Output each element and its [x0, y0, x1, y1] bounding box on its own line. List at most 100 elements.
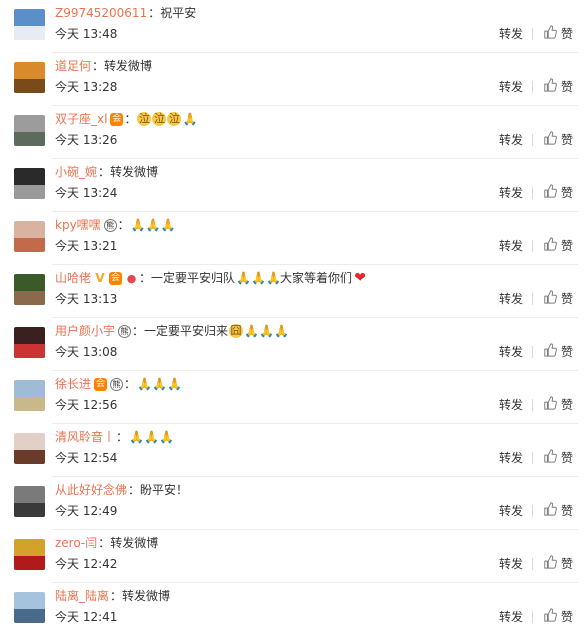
like-button[interactable]: 赞	[543, 130, 574, 147]
like-button[interactable]: 赞	[543, 236, 573, 255]
action-divider	[532, 187, 533, 199]
colon: ：	[117, 218, 130, 232]
avatar[interactable]	[14, 115, 45, 146]
verified-v-badge[interactable]: V	[94, 271, 106, 285]
comment-line: 清风聆音丨： 🙏 🙏 🙏	[55, 428, 174, 446]
comment-text: 转发微博	[104, 59, 153, 73]
comment-timestamp: 今天 12:56	[55, 398, 118, 412]
forward-button[interactable]: 转发	[499, 26, 523, 42]
colon: ：	[92, 59, 105, 73]
thumbs-up-icon	[543, 289, 557, 308]
comment-timestamp: 今天 13:48	[55, 27, 118, 41]
thumbs-up-icon	[543, 77, 557, 96]
avatar[interactable]	[14, 221, 45, 252]
action-divider	[532, 134, 533, 146]
username-link[interactable]: 双子座_xl	[55, 110, 107, 128]
username-link[interactable]: 从此好好念佛	[55, 481, 127, 499]
avatar[interactable]	[14, 380, 45, 411]
colon: ：	[116, 430, 129, 444]
avatar[interactable]	[14, 486, 45, 517]
panda-badge[interactable]: 熊	[110, 377, 124, 391]
colon: ：	[132, 324, 145, 338]
panda-badge[interactable]: 熊	[118, 324, 132, 338]
avatar[interactable]	[14, 592, 45, 623]
forward-button[interactable]: 转发	[499, 556, 523, 572]
comment-text: 一定要平安归来	[144, 324, 229, 338]
username-link[interactable]: 徐长进	[55, 375, 91, 393]
action-divider	[532, 558, 533, 570]
comment-row: 道足何：转发微博今天 13:28 转发 赞	[0, 53, 588, 106]
balloon-badge[interactable]: ●	[125, 272, 138, 285]
username-link[interactable]: kpy嘿嘿	[55, 216, 101, 234]
avatar[interactable]	[14, 168, 45, 199]
pray-emoji-icon: 🙏	[130, 218, 146, 232]
thumbs-up-icon	[543, 395, 557, 414]
comment-line: Z99745200611：祝平安	[55, 4, 196, 22]
pray-emoji-icon: 🙏	[137, 377, 152, 391]
forward-button[interactable]: 转发	[499, 503, 523, 519]
comment-row: 从此好好念佛：盼平安！ 今天 12:49 转发 赞	[0, 477, 588, 530]
comment-line: 陆离_陆离：转发微博	[55, 587, 170, 605]
like-label: 赞	[561, 503, 574, 518]
forward-button[interactable]: 转发	[499, 609, 523, 625]
comment-row: 陆离_陆离：转发微博 今天 12:41 转发 赞	[0, 583, 588, 628]
colon: ：	[148, 6, 161, 20]
action-divider	[532, 240, 533, 252]
forward-button[interactable]: 转发	[499, 185, 523, 201]
username-link[interactable]: zero-闫	[55, 534, 97, 552]
username-link[interactable]: 道足何	[55, 57, 91, 75]
comment-timestamp: 今天 13:21	[55, 239, 118, 253]
pray-emoji-icon: 🙏	[129, 430, 144, 444]
colon: ：	[98, 165, 111, 179]
action-divider	[532, 293, 533, 305]
forward-button[interactable]: 转发	[499, 397, 523, 413]
avatar[interactable]	[14, 539, 45, 570]
like-button[interactable]: 赞	[543, 395, 573, 414]
username-link[interactable]: 清风聆音丨	[55, 428, 115, 446]
avatar[interactable]	[14, 62, 45, 93]
like-button[interactable]: 赞	[543, 501, 574, 518]
cry-emoji-icon: 泣	[167, 112, 182, 126]
thumbs-up-icon	[543, 236, 557, 255]
comment-timestamp: 今天 13:28	[55, 80, 118, 94]
like-button[interactable]: 赞	[543, 24, 574, 41]
panda-badge[interactable]: 熊	[103, 218, 117, 232]
avatar[interactable]	[14, 327, 45, 358]
like-button[interactable]: 赞	[543, 183, 573, 202]
pray-emoji-icon: 🙏	[145, 218, 161, 232]
forward-button[interactable]: 转发	[499, 450, 523, 466]
thumbs-up-icon	[543, 183, 557, 202]
comment-line: zero-闫：转发微博	[55, 534, 158, 552]
avatar[interactable]	[14, 9, 45, 40]
avatar[interactable]	[14, 433, 45, 464]
like-button[interactable]: 赞	[543, 554, 573, 571]
avatar[interactable]	[14, 274, 45, 305]
forward-button[interactable]: 转发	[499, 238, 523, 254]
like-label: 赞	[561, 79, 574, 94]
like-button[interactable]: 赞	[543, 448, 573, 465]
like-button[interactable]: 赞	[543, 77, 574, 96]
forward-button[interactable]: 转发	[499, 79, 523, 95]
username-link[interactable]: 陆离_陆离	[55, 587, 109, 605]
like-button[interactable]: 赞	[543, 607, 574, 624]
like-label: 赞	[561, 609, 574, 624]
like-label: 赞	[561, 26, 574, 41]
vip-badge[interactable]: 会	[94, 377, 108, 391]
colon: ：	[128, 483, 141, 497]
username-link[interactable]: 用户颜小宇	[55, 322, 115, 340]
forward-button[interactable]: 转发	[499, 344, 523, 360]
action-divider	[532, 452, 533, 464]
username-link[interactable]: 小碗_婉	[55, 163, 97, 181]
like-button[interactable]: 赞	[543, 342, 573, 359]
forward-button[interactable]: 转发	[499, 132, 523, 148]
forward-button[interactable]: 转发	[499, 291, 523, 307]
like-label: 赞	[561, 132, 574, 147]
comment-text: 转发微博	[122, 589, 171, 603]
vip-badge[interactable]: 会	[110, 112, 124, 126]
username-link[interactable]: Z99745200611	[55, 4, 147, 22]
pray-emoji-icon: 🙏	[160, 218, 176, 232]
username-link[interactable]: 山哈佬	[55, 269, 91, 287]
vip-badge[interactable]: 会	[109, 271, 123, 285]
colon: ：	[98, 536, 111, 550]
like-button[interactable]: 赞	[543, 289, 573, 308]
